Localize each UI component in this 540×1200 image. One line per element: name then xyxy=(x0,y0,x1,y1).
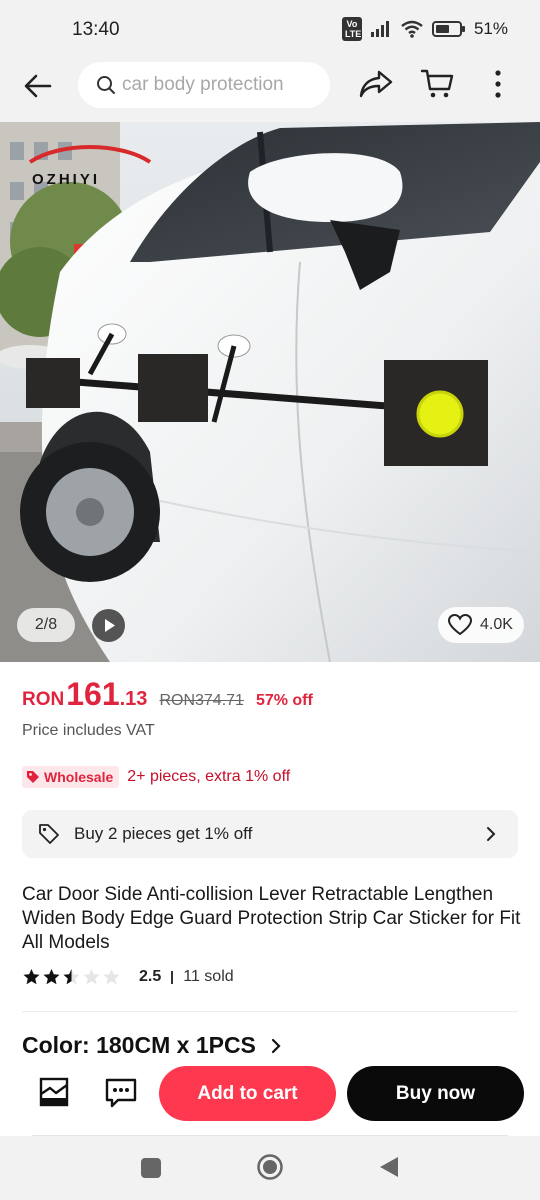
home-icon[interactable] xyxy=(256,1153,284,1181)
buy-now-button[interactable]: Buy now xyxy=(347,1066,524,1121)
back-arrow-icon[interactable] xyxy=(22,70,54,102)
status-bar: 13:40 Vo LTE 51% xyxy=(0,0,540,58)
rating-separator xyxy=(171,970,174,984)
play-video-button[interactable] xyxy=(92,609,125,642)
coupon-tag-icon xyxy=(39,824,59,844)
play-icon xyxy=(105,619,115,632)
product-photo: OZHIYI xyxy=(0,122,540,662)
star-icon xyxy=(63,969,80,985)
product-title: Car Door Side Anti-collision Lever Retra… xyxy=(22,884,521,953)
rating-value: 2.5 xyxy=(139,968,162,985)
wholesale-text: 2+ pieces, extra 1% off xyxy=(127,768,291,785)
chat-icon[interactable] xyxy=(104,1076,138,1110)
nav-back-icon[interactable] xyxy=(378,1155,400,1179)
wholesale-row: Wholesale 2+ pieces, extra 1% off xyxy=(22,766,290,788)
promo-row[interactable]: Buy 2 pieces get 1% off xyxy=(22,810,518,858)
add-to-cart-button[interactable]: Add to cart xyxy=(159,1066,336,1121)
search-input[interactable] xyxy=(122,74,322,96)
battery-percent: 51% xyxy=(473,19,508,38)
original-price: RON374.71 xyxy=(159,692,244,709)
top-nav xyxy=(0,58,540,122)
brand-logo: OZHIYI xyxy=(32,171,100,188)
search-icon xyxy=(97,76,115,94)
star-icon xyxy=(103,969,120,985)
product-image-gallery[interactable]: OZHIYI xyxy=(0,122,540,662)
star-icon xyxy=(23,969,40,985)
rating-stars xyxy=(22,968,121,986)
sold-count: 11 sold xyxy=(183,968,234,985)
store-icon[interactable] xyxy=(38,1076,70,1108)
share-icon[interactable] xyxy=(358,68,394,100)
wishlist-count: 4.0K xyxy=(480,616,513,633)
star-icon xyxy=(43,969,60,985)
star-icon xyxy=(83,969,100,985)
tag-icon xyxy=(27,771,39,783)
wholesale-badge-label: Wholesale xyxy=(44,769,114,785)
more-vertical-icon[interactable] xyxy=(486,68,510,100)
bottom-action-bar: Add to cart Buy now xyxy=(0,1062,540,1134)
price-currency: RON xyxy=(22,689,65,710)
image-counter: 2/8 xyxy=(17,608,75,642)
cart-icon[interactable] xyxy=(420,68,456,100)
recents-icon[interactable] xyxy=(141,1158,161,1178)
discount-label: 57% off xyxy=(255,692,313,709)
color-label: Color: 180CM x 1PCS xyxy=(22,1032,256,1058)
divider xyxy=(22,1011,518,1012)
chevron-right-icon xyxy=(271,1038,281,1053)
battery-icon xyxy=(431,21,465,37)
status-icons: Vo LTE 51% xyxy=(341,17,508,41)
color-selector[interactable]: Color: 180CM x 1PCS xyxy=(22,1032,282,1059)
volte-icon: Vo LTE xyxy=(341,17,362,41)
promo-text: Buy 2 pieces get 1% off xyxy=(74,824,253,843)
rating-row[interactable]: 2.5 11 sold xyxy=(22,968,234,986)
price-integer: 161 xyxy=(66,676,120,712)
search-bar[interactable] xyxy=(78,62,330,108)
status-time: 13:40 xyxy=(72,19,120,40)
price-row: RON 161 .13 RON374.71 57% off xyxy=(22,676,313,713)
price-decimal: .13 xyxy=(119,688,148,710)
signal-icon xyxy=(370,21,389,37)
heart-icon xyxy=(448,614,472,636)
wifi-icon xyxy=(401,20,423,38)
vat-note: Price includes VAT xyxy=(22,722,155,739)
wholesale-badge: Wholesale xyxy=(22,766,120,788)
wishlist-button[interactable]: 4.0K xyxy=(438,607,524,643)
chevron-right-icon xyxy=(487,827,496,841)
android-nav-bar xyxy=(0,1136,540,1200)
